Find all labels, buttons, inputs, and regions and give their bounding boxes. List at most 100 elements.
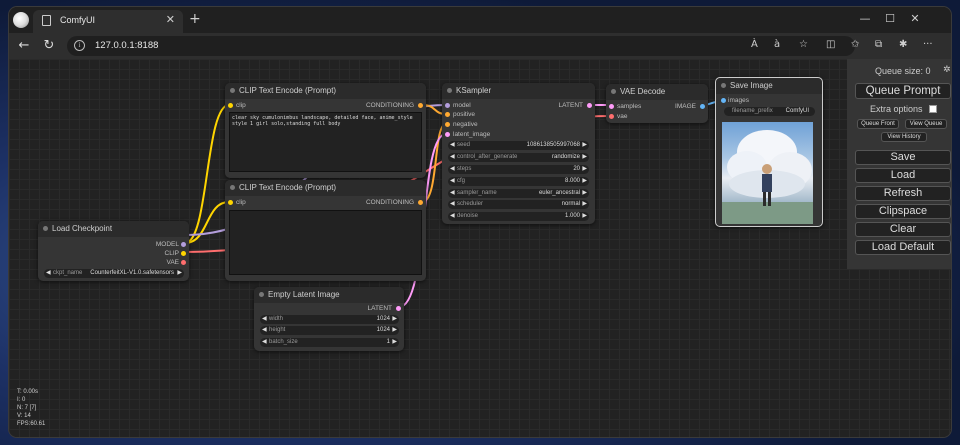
graph-canvas[interactable]: CLIP Text Encode (Prompt) clip CONDITION…	[9, 59, 951, 437]
save-button[interactable]: Save	[855, 150, 951, 165]
arrow-left-icon[interactable]: ◀	[450, 153, 455, 162]
arrow-right-icon[interactable]: ▶	[582, 212, 587, 221]
arrow-left-icon[interactable]: ◀	[262, 338, 267, 347]
url-text[interactable]: 127.0.0.1:8188	[95, 40, 158, 51]
extra-options-checkbox[interactable]	[929, 105, 937, 113]
samples-input-dot[interactable]	[609, 104, 614, 109]
load-button[interactable]: Load	[855, 168, 951, 183]
clipspace-button[interactable]: Clipspace	[855, 204, 951, 219]
node-title: Empty Latent Image	[254, 287, 404, 303]
load-default-button[interactable]: Load Default	[855, 240, 951, 255]
sampler-name-widget[interactable]: ◀ sampler_name euler_ancestral ▶	[448, 189, 589, 198]
arrow-left-icon[interactable]: ◀	[46, 269, 51, 278]
clip-text-encode-positive-node[interactable]: CLIP Text Encode (Prompt) clip CONDITION…	[225, 83, 426, 178]
queue-front-button[interactable]: Queue Front	[857, 119, 899, 129]
output-label: IMAGE	[675, 103, 696, 110]
collections-icon[interactable]: ⧉	[875, 39, 882, 50]
tab-comfyui[interactable]: ComfyUI ✕	[33, 10, 183, 33]
denoise-widget[interactable]: ◀ denoise 1.000 ▶	[448, 212, 589, 221]
read-aloud-icon[interactable]: À	[751, 39, 758, 50]
vae-input-dot[interactable]	[609, 114, 614, 119]
latent-output-dot[interactable]	[396, 306, 401, 311]
image-output-dot[interactable]	[700, 104, 705, 109]
more-icon[interactable]: ···	[923, 39, 933, 50]
clip-input-dot[interactable]	[228, 200, 233, 205]
clip-input-dot[interactable]	[228, 103, 233, 108]
split-screen-icon[interactable]: ◫	[826, 39, 835, 50]
refresh-icon[interactable]: ↻	[41, 38, 57, 54]
arrow-right-icon[interactable]: ▶	[392, 338, 397, 347]
filename-prefix-widget[interactable]: filename_prefix ComfyUI	[724, 107, 815, 116]
browser-profile-icon[interactable]	[13, 12, 29, 28]
prompt-textarea[interactable]	[229, 210, 422, 275]
load-checkpoint-node[interactable]: Load Checkpoint MODEL CLIP VAE ◀ ckpt_na…	[38, 221, 189, 281]
ckpt-name-widget[interactable]: ◀ ckpt_name CounterfeitXL-V1.0.safetenso…	[44, 269, 184, 278]
arrow-left-icon[interactable]: ◀	[450, 177, 455, 186]
latent-output-dot[interactable]	[587, 103, 592, 108]
conditioning-output-dot[interactable]	[418, 103, 423, 108]
arrow-right-icon[interactable]: ▶	[392, 315, 397, 324]
favorite-icon[interactable]: ☆	[799, 39, 808, 50]
maximize-button[interactable]: ☐	[880, 12, 900, 25]
arrow-right-icon[interactable]: ▶	[177, 269, 182, 278]
arrow-right-icon[interactable]: ▶	[392, 326, 397, 335]
arrow-right-icon[interactable]: ▶	[582, 153, 587, 162]
clear-button[interactable]: Clear	[855, 222, 951, 237]
clip-output-dot[interactable]	[181, 251, 186, 256]
height-widget[interactable]: ◀ height 1024 ▶	[260, 326, 399, 335]
translate-icon[interactable]: à	[774, 39, 780, 50]
arrow-right-icon[interactable]: ▶	[582, 141, 587, 150]
new-tab-button[interactable]: +	[189, 11, 201, 27]
model-output-dot[interactable]	[181, 242, 186, 247]
tab-title: ComfyUI	[60, 15, 96, 25]
refresh-button[interactable]: Refresh	[855, 186, 951, 201]
minimize-button[interactable]: —	[855, 12, 875, 25]
batch-size-widget[interactable]: ◀ batch_size 1 ▶	[260, 338, 399, 347]
arrow-right-icon[interactable]: ▶	[582, 200, 587, 209]
arrow-left-icon[interactable]: ◀	[262, 326, 267, 335]
address-bar[interactable]: i 127.0.0.1:8188 À à ☆	[67, 36, 855, 56]
prompt-textarea[interactable]: clear sky cumulonimbus landscape, detail…	[229, 112, 422, 172]
arrow-left-icon[interactable]: ◀	[450, 165, 455, 174]
arrow-right-icon[interactable]: ▶	[582, 165, 587, 174]
ksampler-node[interactable]: KSampler model positive negative latent_…	[442, 83, 595, 224]
conditioning-output-dot[interactable]	[418, 200, 423, 205]
model-input-dot[interactable]	[445, 103, 450, 108]
cfg-widget[interactable]: ◀ cfg 8.000 ▶	[448, 177, 589, 186]
positive-input-dot[interactable]	[445, 112, 450, 117]
view-queue-button[interactable]: View Queue	[905, 119, 947, 129]
queue-prompt-button[interactable]: Queue Prompt	[855, 83, 951, 99]
widget-label: steps	[457, 166, 472, 172]
generated-image-preview[interactable]	[722, 122, 813, 224]
arrow-right-icon[interactable]: ▶	[582, 177, 587, 186]
arrow-left-icon[interactable]: ◀	[450, 212, 455, 221]
arrow-right-icon[interactable]: ▶	[582, 189, 587, 198]
width-widget[interactable]: ◀ width 1024 ▶	[260, 315, 399, 324]
scheduler-widget[interactable]: ◀ scheduler normal ▶	[448, 200, 589, 209]
tab-close-icon[interactable]: ✕	[166, 13, 175, 26]
clip-text-encode-negative-node[interactable]: CLIP Text Encode (Prompt) clip CONDITION…	[225, 180, 426, 281]
stat-fps: FPS:60.61	[17, 421, 46, 427]
images-input-dot[interactable]	[721, 98, 726, 103]
site-info-icon[interactable]: i	[74, 40, 85, 51]
arrow-left-icon[interactable]: ◀	[450, 141, 455, 150]
empty-latent-image-node[interactable]: Empty Latent Image LATENT ◀ width 1024 ▶…	[254, 287, 404, 351]
arrow-left-icon[interactable]: ◀	[262, 315, 267, 324]
seed-widget[interactable]: ◀ seed 1086138505997068 ▶	[448, 141, 589, 150]
vae-output-dot[interactable]	[181, 260, 186, 265]
back-icon[interactable]: ←	[16, 38, 32, 54]
view-history-button[interactable]: View History	[881, 132, 927, 142]
settings-gear-icon[interactable]: ✲	[943, 65, 951, 75]
control-after-generate-widget[interactable]: ◀ control_after_generate randomize ▶	[448, 153, 589, 162]
widget-label: filename_prefix	[732, 108, 773, 114]
extensions-icon[interactable]: ✱	[899, 39, 907, 50]
save-image-node[interactable]: Save Image images filename_prefix ComfyU…	[715, 77, 823, 227]
arrow-left-icon[interactable]: ◀	[450, 200, 455, 209]
negative-input-dot[interactable]	[445, 122, 450, 127]
arrow-left-icon[interactable]: ◀	[450, 189, 455, 198]
latent-input-dot[interactable]	[445, 132, 450, 137]
steps-widget[interactable]: ◀ steps 20 ▶	[448, 165, 589, 174]
favorites-icon[interactable]: ✩	[851, 39, 859, 50]
vae-decode-node[interactable]: VAE Decode samples vae IMAGE	[606, 84, 708, 123]
close-button[interactable]: ✕	[905, 12, 925, 25]
